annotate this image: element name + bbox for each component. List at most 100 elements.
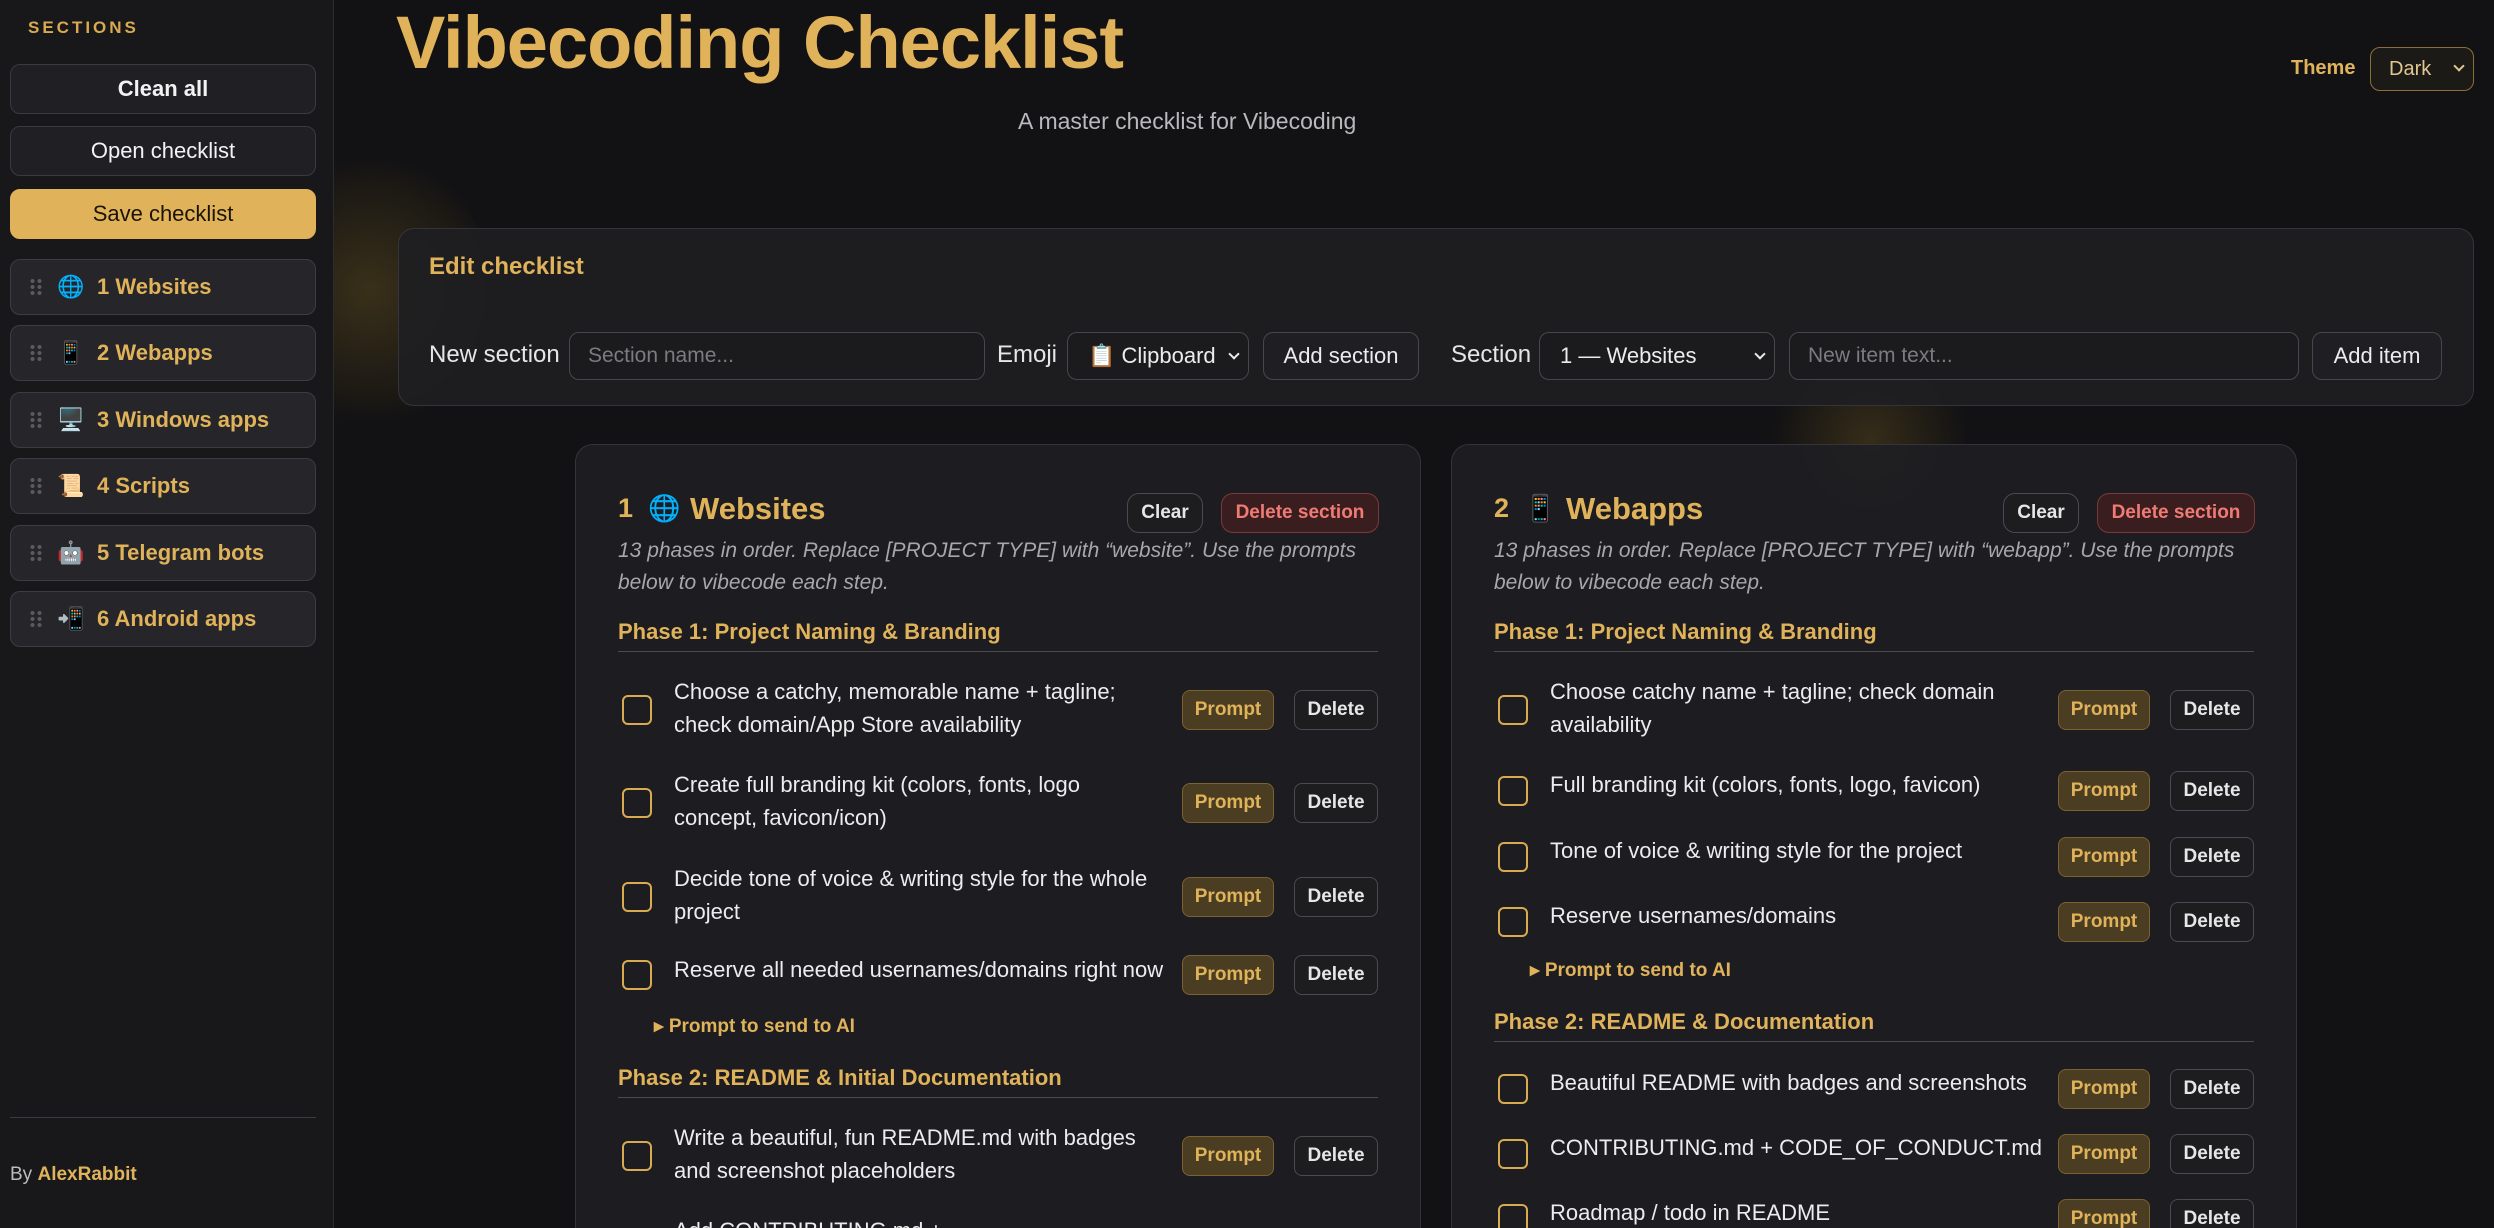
- mobile-arrow-icon: 📲: [57, 606, 85, 631]
- open-checklist-button[interactable]: Open checklist: [10, 126, 316, 176]
- prompt-to-ai-toggle[interactable]: ▸ Prompt to send to AI: [1530, 959, 1731, 982]
- mobile-phone-icon: 📱: [57, 340, 85, 365]
- checklist-item: Reserve usernames/domains Prompt Delete: [1494, 899, 2254, 943]
- new-section-label: New section: [429, 341, 560, 368]
- prompt-to-ai-toggle[interactable]: ▸ Prompt to send to AI: [654, 1015, 855, 1038]
- page-title: Vibecoding Checklist: [396, 1, 1124, 84]
- prompt-button[interactable]: Prompt: [2058, 1199, 2150, 1228]
- delete-item-button[interactable]: Delete: [1294, 783, 1378, 823]
- item-text: Choose a catchy, memorable name + taglin…: [674, 679, 1116, 737]
- prompt-button[interactable]: Prompt: [2058, 902, 2150, 942]
- drag-handle-icon[interactable]: [29, 477, 43, 495]
- prompt-button[interactable]: Prompt: [2058, 1069, 2150, 1109]
- item-checkbox[interactable]: [1498, 1139, 1528, 1169]
- section-number: 1: [618, 493, 634, 523]
- save-checklist-button[interactable]: Save checklist: [10, 189, 316, 239]
- item-checkbox[interactable]: [622, 882, 652, 912]
- item-checkbox[interactable]: [622, 788, 652, 818]
- chevron-down-icon: [1754, 348, 1766, 360]
- page-subtitle: A master checklist for Vibecoding: [1018, 108, 1357, 134]
- prompt-button[interactable]: Prompt: [2058, 837, 2150, 877]
- checklist-item: Create full branding kit (colors, fonts,…: [618, 768, 1378, 838]
- globe-icon: 🌐: [648, 493, 681, 523]
- item-checkbox[interactable]: [622, 960, 652, 990]
- item-checkbox[interactable]: [622, 1141, 652, 1171]
- prompt-button[interactable]: Prompt: [1182, 877, 1274, 917]
- section-label: Section: [1451, 341, 1532, 368]
- sidebar-item-websites[interactable]: 🌐 1 Websites: [10, 259, 316, 315]
- checklist-item: CONTRIBUTING.md + CODE_OF_CONDUCT.md Pro…: [1494, 1131, 2254, 1175]
- section-card-webapps: 2 📱 Webapps Clear Delete section 13 phas…: [1451, 444, 2297, 1228]
- item-checkbox[interactable]: [622, 695, 652, 725]
- delete-item-button[interactable]: Delete: [2170, 1134, 2254, 1174]
- prompt-button[interactable]: Prompt: [1182, 690, 1274, 730]
- item-text: Tone of voice & writing style for the pr…: [1550, 838, 1963, 863]
- theme-select[interactable]: Dark: [2370, 47, 2474, 91]
- scroll-icon: 📜: [57, 473, 85, 498]
- delete-section-button[interactable]: Delete section: [1221, 493, 1379, 533]
- new-item-input[interactable]: New item text...: [1789, 332, 2299, 380]
- item-checkbox[interactable]: [1498, 1204, 1528, 1228]
- chevron-down-icon: [2453, 60, 2465, 72]
- delete-item-button[interactable]: Delete: [2170, 1069, 2254, 1109]
- emoji-label: Emoji: [997, 341, 1058, 368]
- prompt-button[interactable]: Prompt: [2058, 771, 2150, 811]
- clear-section-button[interactable]: Clear: [2003, 493, 2079, 533]
- item-checkbox[interactable]: [1498, 907, 1528, 937]
- edit-panel-title: Edit checklist: [429, 253, 584, 280]
- sidebar-item-android-apps[interactable]: 📲 6 Android apps: [10, 591, 316, 647]
- phase-heading: Phase 2: README & Documentation: [1494, 1009, 2254, 1042]
- delete-item-button[interactable]: Delete: [2170, 690, 2254, 730]
- add-section-button[interactable]: Add section: [1263, 332, 1419, 380]
- drag-handle-icon[interactable]: [29, 278, 43, 296]
- checklist-item: Tone of voice & writing style for the pr…: [1494, 834, 2254, 878]
- sidebar-item-webapps[interactable]: 📱 2 Webapps: [10, 325, 316, 381]
- delete-section-button[interactable]: Delete section: [2097, 493, 2255, 533]
- emoji-select-value: 📋 Clipboard: [1088, 343, 1216, 368]
- author-credit: By AlexRabbit: [10, 1164, 137, 1186]
- clear-section-button[interactable]: Clear: [1127, 493, 1203, 533]
- drag-handle-icon[interactable]: [29, 411, 43, 429]
- item-checkbox[interactable]: [1498, 776, 1528, 806]
- prompt-button[interactable]: Prompt: [1182, 783, 1274, 823]
- add-item-button[interactable]: Add item: [2312, 332, 2442, 380]
- item-checkbox[interactable]: [1498, 1074, 1528, 1104]
- drag-handle-icon[interactable]: [29, 610, 43, 628]
- item-checkbox[interactable]: [1498, 695, 1528, 725]
- prompt-button[interactable]: Prompt: [1182, 955, 1274, 995]
- item-text: Decide tone of voice & writing style for…: [674, 866, 1148, 924]
- delete-item-button[interactable]: Delete: [2170, 771, 2254, 811]
- prompt-button[interactable]: Prompt: [1182, 1136, 1274, 1176]
- drag-handle-icon[interactable]: [29, 344, 43, 362]
- sidebar-title: SECTIONS: [28, 18, 139, 37]
- delete-item-button[interactable]: Delete: [1294, 877, 1378, 917]
- delete-item-button[interactable]: Delete: [2170, 837, 2254, 877]
- sidebar-item-telegram-bots[interactable]: 🤖 5 Telegram bots: [10, 525, 316, 581]
- emoji-select[interactable]: 📋 Clipboard: [1067, 332, 1249, 380]
- checklist-item: Beautiful README with badges and screens…: [1494, 1066, 2254, 1110]
- delete-item-button[interactable]: Delete: [2170, 902, 2254, 942]
- author-link[interactable]: AlexRabbit: [37, 1164, 136, 1185]
- by-label: By: [10, 1164, 33, 1185]
- section-name-input[interactable]: Section name...: [569, 332, 985, 380]
- edit-checklist-panel: Edit checklist New section Section name.…: [398, 228, 2474, 406]
- drag-handle-icon[interactable]: [29, 544, 43, 562]
- delete-item-button[interactable]: Delete: [1294, 955, 1378, 995]
- delete-item-button[interactable]: Delete: [2170, 1199, 2254, 1228]
- theme-select-value: Dark: [2389, 57, 2432, 80]
- sidebar-item-label: 1 Websites: [97, 274, 212, 299]
- item-text: Reserve usernames/domains: [1550, 903, 1837, 928]
- phase-heading: Phase 1: Project Naming & Branding: [1494, 619, 2254, 652]
- item-checkbox[interactable]: [1498, 842, 1528, 872]
- clean-all-button[interactable]: Clean all: [10, 64, 316, 114]
- sidebar-item-label: 5 Telegram bots: [97, 540, 265, 565]
- sidebar-item-windows-apps[interactable]: 🖥️ 3 Windows apps: [10, 392, 316, 448]
- prompt-button[interactable]: Prompt: [2058, 1134, 2150, 1174]
- item-text: Write a beautiful, fun README.md with ba…: [674, 1125, 1136, 1183]
- section-select[interactable]: 1 — Websites: [1539, 332, 1775, 380]
- prompt-button[interactable]: Prompt: [2058, 690, 2150, 730]
- section-title: Webapps: [1566, 491, 1704, 526]
- sidebar-item-scripts[interactable]: 📜 4 Scripts: [10, 458, 316, 514]
- delete-item-button[interactable]: Delete: [1294, 1136, 1378, 1176]
- delete-item-button[interactable]: Delete: [1294, 690, 1378, 730]
